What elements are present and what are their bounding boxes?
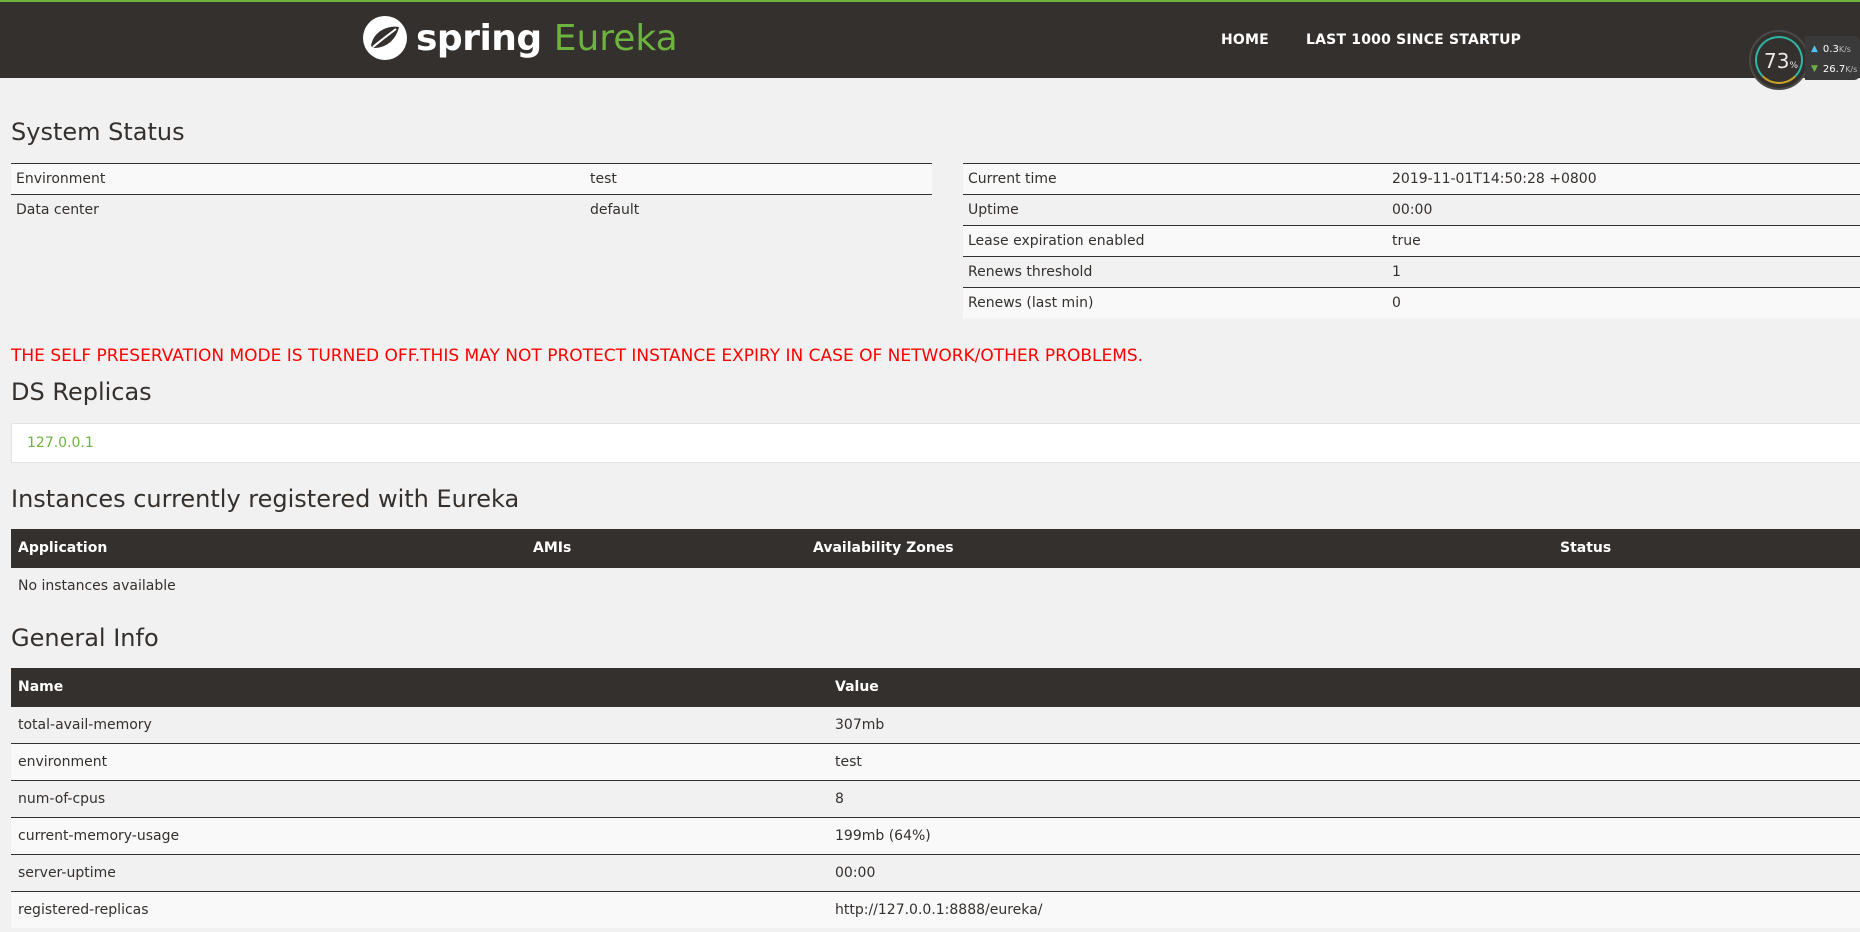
table-row: environment test (11, 743, 1860, 781)
status-value: 2019-11-01T14:50:28 +0800 (1387, 163, 1860, 195)
status-key: Renews threshold (963, 256, 1387, 288)
ds-replicas-heading: DS Replicas (11, 378, 152, 406)
info-name: server-uptime (11, 854, 828, 892)
table-row: Current time 2019-11-01T14:50:28 +0800 (963, 163, 1860, 195)
status-value: default (585, 194, 932, 225)
info-name: total-avail-memory (11, 706, 828, 744)
network-monitor-widget[interactable]: 73% ▲ 0.3 K/s ▼ 26.7 K/s (1749, 30, 1860, 92)
column-header-application: Application (11, 529, 526, 568)
info-name: environment (11, 743, 828, 781)
info-value: 199mb (64%) (828, 817, 1860, 855)
status-key: Environment (11, 163, 585, 195)
nav-last-1000-link[interactable]: LAST 1000 SINCE STARTUP (1306, 32, 1521, 48)
info-value: http://127.0.0.1:8888/eureka/ (828, 891, 1860, 928)
table-row: total-avail-memory 307mb (11, 706, 1860, 744)
download-arrow-icon: ▼ (1811, 64, 1818, 74)
table-row: registered-replicas http://127.0.0.1:888… (11, 891, 1860, 928)
replica-link[interactable]: 127.0.0.1 (27, 435, 94, 451)
instances-table: Application AMIs Availability Zones Stat… (11, 529, 1860, 604)
info-name: registered-replicas (11, 891, 828, 928)
status-value: 1 (1387, 256, 1860, 288)
self-preservation-warning: THE SELF PRESERVATION MODE IS TURNED OFF… (11, 346, 1144, 366)
upload-arrow-icon: ▲ (1811, 44, 1818, 54)
column-header-status: Status (1553, 529, 1860, 568)
status-value: 0 (1387, 287, 1860, 318)
table-row: No instances available (11, 567, 1860, 604)
status-value: test (585, 163, 932, 195)
download-speed: ▼ 26.7 K/s (1811, 63, 1858, 75)
status-key: Current time (963, 163, 1387, 195)
table-row: Uptime 00:00 (963, 194, 1860, 226)
table-row: Environment test (11, 163, 932, 195)
column-header-name: Name (11, 668, 828, 707)
system-status-right-table: Current time 2019-11-01T14:50:28 +0800 U… (963, 163, 1860, 318)
status-value: 00:00 (1387, 194, 1860, 226)
ds-replicas-list: 127.0.0.1 (11, 423, 1860, 463)
table-row: current-memory-usage 199mb (64%) (11, 817, 1860, 855)
general-info-heading: General Info (11, 624, 159, 652)
info-value: 8 (828, 780, 1860, 818)
system-status-left-table: Environment test Data center default (11, 163, 932, 225)
brand-eureka-text: Eureka (553, 17, 678, 59)
general-info-table: Name Value total-avail-memory 307mb envi… (11, 668, 1860, 928)
instances-heading: Instances currently registered with Eure… (11, 485, 520, 513)
status-key: Data center (11, 194, 585, 225)
column-header-amis: AMIs (526, 529, 806, 568)
cpu-gauge: 73% (1749, 30, 1809, 90)
column-header-value: Value (828, 668, 1860, 707)
status-key: Renews (last min) (963, 287, 1387, 318)
brand-logo[interactable]: spring Eureka (362, 14, 678, 62)
table-row: Renews threshold 1 (963, 256, 1860, 288)
no-instances-message: No instances available (11, 567, 1860, 604)
top-navbar: spring Eureka HOME LAST 1000 SINCE START… (0, 0, 1860, 78)
brand-spring-text: spring (416, 17, 542, 59)
table-row: Data center default (11, 194, 932, 225)
info-name: current-memory-usage (11, 817, 828, 855)
info-name: num-of-cpus (11, 780, 828, 818)
upload-speed: ▲ 0.3 K/s (1811, 43, 1851, 55)
table-header-row: Application AMIs Availability Zones Stat… (11, 529, 1860, 568)
table-header-row: Name Value (11, 668, 1860, 707)
status-key: Lease expiration enabled (963, 225, 1387, 257)
status-value: true (1387, 225, 1860, 257)
info-value: 00:00 (828, 854, 1860, 892)
info-value: test (828, 743, 1860, 781)
table-row: server-uptime 00:00 (11, 854, 1860, 892)
info-value: 307mb (828, 706, 1860, 744)
cpu-percent: 73% (1763, 49, 1798, 73)
table-row: Lease expiration enabled true (963, 225, 1860, 257)
table-row: Renews (last min) 0 (963, 287, 1860, 318)
column-header-availability-zones: Availability Zones (806, 529, 1553, 568)
system-status-heading: System Status (11, 118, 185, 146)
status-key: Uptime (963, 194, 1387, 226)
spring-leaf-icon (363, 16, 407, 60)
table-row: num-of-cpus 8 (11, 780, 1860, 818)
network-speeds: ▲ 0.3 K/s ▼ 26.7 K/s (1805, 36, 1860, 80)
nav-home-link[interactable]: HOME (1221, 32, 1269, 48)
